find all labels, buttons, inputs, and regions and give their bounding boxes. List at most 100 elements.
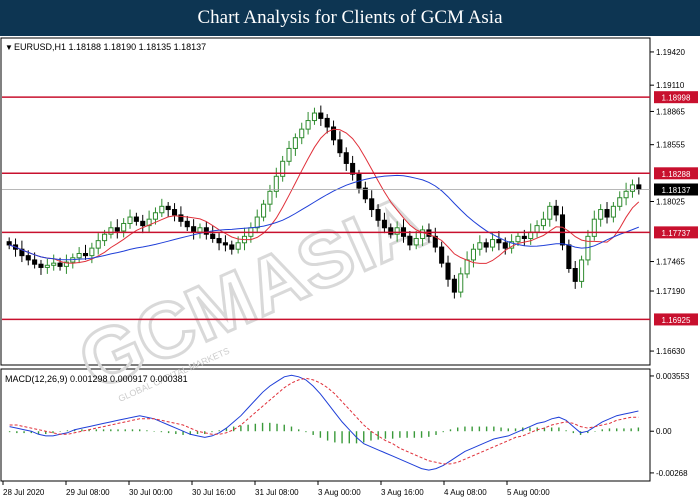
candle-body [184, 220, 190, 228]
candle-body [534, 225, 540, 233]
candle-body [25, 255, 31, 261]
macd-histogram-bar [341, 431, 343, 444]
macd-histogram-bar [334, 431, 336, 443]
candle-body [216, 237, 222, 244]
candle-body [324, 117, 330, 128]
macd-histogram-bar [117, 429, 119, 432]
candle-body [464, 259, 470, 275]
candle-body [114, 227, 120, 232]
macd-histogram-bar [558, 427, 560, 432]
candle-body [490, 239, 496, 248]
candle-body [203, 227, 209, 235]
price-axis-label: 1.18555 [656, 141, 685, 150]
candle-body [369, 198, 375, 211]
candle-body [286, 147, 292, 162]
macd-histogram-bar [348, 431, 350, 444]
macd-histogram-bar [464, 426, 466, 432]
macd-histogram-bar [16, 431, 18, 434]
macd-histogram-bar [507, 428, 509, 432]
macd-histogram-bar [485, 426, 488, 432]
candle-body [343, 152, 349, 164]
candle-body [261, 203, 267, 218]
macd-histogram-bar [160, 431, 163, 433]
candle-body [515, 235, 521, 243]
macd-histogram-bar [529, 427, 531, 432]
candle-body [82, 252, 89, 257]
candle-body [566, 244, 572, 270]
macd-histogram-bar [211, 431, 213, 433]
macd-axis-label: -0.00268 [656, 469, 688, 478]
macd-histogram-bar [305, 431, 307, 433]
candle-body [89, 247, 95, 257]
macd-histogram-bar [153, 431, 155, 432]
candle-body [636, 184, 642, 190]
candle-body [579, 259, 585, 282]
macd-axis-label: 0.003553 [656, 372, 690, 381]
candle-body [95, 240, 101, 249]
candle-body [108, 227, 114, 235]
price-axis-label: 1.17465 [656, 258, 685, 267]
candle-body [598, 209, 604, 220]
candle-body [623, 190, 629, 199]
macd-histogram-bar [146, 430, 148, 432]
macd-histogram-bar [471, 426, 473, 432]
candle-body [76, 252, 82, 259]
candle-body [477, 242, 483, 250]
level-price-label: 1.17737 [662, 229, 691, 238]
candle-body [140, 220, 146, 227]
time-axis-label: 5 Aug 00:00 [507, 488, 550, 497]
time-axis-label: 28 Jul 2020 [3, 488, 45, 497]
macd-histogram-bar [95, 429, 98, 432]
candle-body [381, 219, 387, 229]
symbol-info: EURUSD,H1 1.18188 1.18190 1.18135 1.1813… [14, 42, 206, 52]
macd-histogram-bar [240, 425, 242, 432]
candle-body [610, 205, 616, 218]
candle-body [388, 227, 394, 235]
macd-histogram-bar [131, 429, 134, 432]
macd-histogram-bar [370, 431, 372, 441]
macd-histogram-bar [637, 427, 640, 432]
candle-body [210, 233, 216, 239]
candle-body [375, 209, 381, 221]
macd-histogram-bar [312, 431, 314, 435]
macd-axis-label: 0.00 [656, 427, 672, 436]
macd-histogram-bar [8, 431, 11, 433]
candle-body [172, 209, 178, 216]
candle-body [197, 227, 203, 233]
candle-body [222, 242, 228, 246]
macd-histogram-bar [52, 431, 54, 434]
candle-body [292, 137, 298, 149]
time-axis-label: 30 Jul 16:00 [192, 488, 236, 497]
candle-body [521, 235, 527, 239]
macd-histogram-bar [594, 431, 596, 432]
candle-body [38, 263, 44, 268]
candle-body [572, 268, 578, 282]
candle-body [305, 120, 311, 130]
candle-body [102, 233, 108, 242]
macd-histogram-bar [514, 428, 517, 432]
candle-body [604, 209, 610, 218]
time-axis-label: 3 Aug 16:00 [381, 488, 424, 497]
candle-body [629, 184, 635, 192]
candle-body [502, 242, 508, 249]
candle-body [273, 175, 279, 192]
macd-histogram-bar [218, 430, 220, 432]
macd-histogram-bar [298, 429, 300, 432]
macd-title: MACD(12,26,9) 0.001298 0.000917 0.000381 [5, 374, 188, 384]
candle-body [470, 248, 476, 261]
macd-histogram-bar [406, 431, 408, 438]
level-price-label: 1.18998 [662, 94, 691, 103]
macd-histogram-bar [399, 431, 401, 438]
price-axis-label: 1.18025 [656, 198, 685, 207]
price-axis-label: 1.18865 [656, 107, 685, 116]
macd-histogram-bar [254, 423, 257, 432]
macd-histogram-bar [630, 428, 632, 432]
macd-histogram-bar [616, 428, 618, 432]
macd-histogram-bar [601, 429, 603, 432]
macd-histogram-bar [391, 431, 394, 439]
candle-body [32, 259, 38, 265]
chart-area: GCMASIA GLOBAL CAPITAL MARKETS 1.189981.… [0, 37, 698, 497]
price-axis-label: 1.16630 [656, 347, 685, 356]
macd-histogram-bar [413, 431, 416, 438]
candle-body [191, 226, 197, 233]
